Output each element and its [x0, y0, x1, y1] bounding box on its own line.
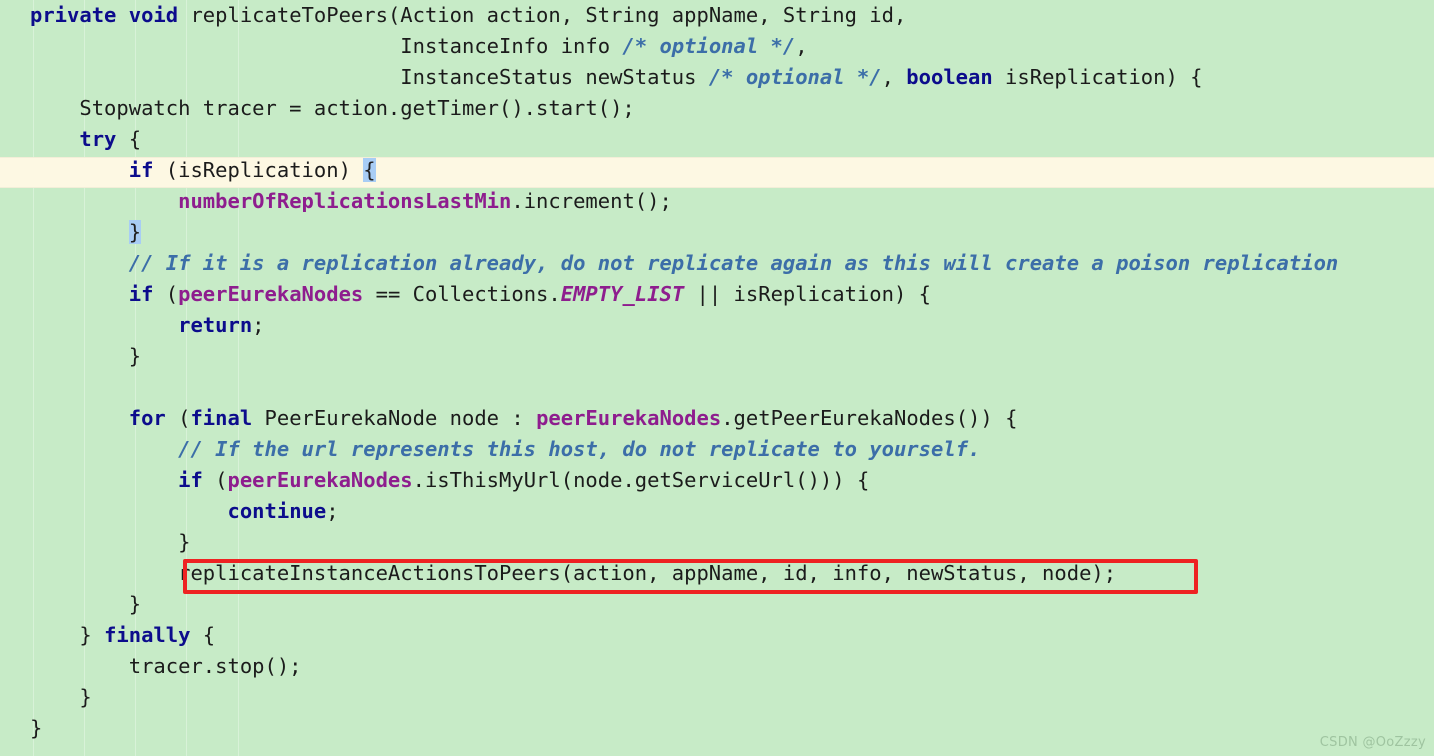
code-line[interactable]: } — [0, 217, 1434, 248]
code-line[interactable]: // If it is a replication already, do no… — [0, 248, 1434, 279]
code-token-kw: final — [190, 406, 253, 430]
code-token-kw: if — [128, 158, 154, 182]
code-token-plain: replicateInstanceActionsToPeers(action, … — [30, 561, 1117, 585]
code-line[interactable]: if (isReplication) { — [0, 155, 1434, 186]
code-line[interactable]: if (peerEurekaNodes == Collections.EMPTY… — [0, 279, 1434, 310]
code-line[interactable]: if (peerEurekaNodes.isThisMyUrl(node.get… — [0, 465, 1434, 496]
code-token-plain: } — [30, 344, 142, 368]
code-content[interactable]: private void replicateToPeers(Action act… — [0, 0, 1434, 744]
code-line[interactable]: } — [0, 713, 1434, 744]
code-token-plain: isReplication) { — [992, 65, 1203, 89]
code-token-plain: } — [30, 530, 191, 554]
code-token-field: numberOfReplicationsLastMin — [178, 189, 512, 213]
code-token-plain: ; — [326, 499, 339, 523]
code-token-kw: for — [128, 406, 166, 430]
code-token-plain: } — [30, 623, 105, 647]
code-token-plain: .getPeerEurekaNodes()) { — [721, 406, 1018, 430]
code-token-plain: , — [795, 34, 808, 58]
code-line[interactable]: numberOfReplicationsLastMin.increment(); — [0, 186, 1434, 217]
code-line[interactable] — [0, 372, 1434, 403]
code-token-comment: /* optional */ — [708, 65, 882, 89]
code-line[interactable]: tracer.stop(); — [0, 651, 1434, 682]
code-token-field: peerEurekaNodes — [227, 468, 413, 492]
code-line[interactable]: return; — [0, 310, 1434, 341]
code-token-kw: void — [128, 3, 179, 27]
code-line[interactable]: } — [0, 589, 1434, 620]
code-token-plain: , — [881, 65, 907, 89]
code-token-plain: InstanceInfo info — [30, 34, 623, 58]
code-token-plain: || isReplication) { — [684, 282, 932, 306]
code-token-kw: continue — [227, 499, 327, 523]
code-token-plain: PeerEurekaNode node : — [252, 406, 537, 430]
code-token-plain: ( — [153, 282, 179, 306]
code-line[interactable]: continue; — [0, 496, 1434, 527]
code-token-plain: } — [30, 716, 43, 740]
code-token-kw: if — [128, 282, 154, 306]
code-token-kw: return — [178, 313, 253, 337]
csdn-watermark: CSDN @OoZzzy — [1319, 735, 1426, 750]
code-token-comment: // If it is a replication already, do no… — [128, 251, 1339, 275]
code-line[interactable]: // If the url represents this host, do n… — [0, 434, 1434, 465]
code-line[interactable]: InstanceInfo info /* optional */, — [0, 31, 1434, 62]
code-token-plain: ; — [252, 313, 265, 337]
code-token-plain: } — [30, 592, 142, 616]
code-line[interactable]: InstanceStatus newStatus /* optional */,… — [0, 62, 1434, 93]
code-line[interactable]: } — [0, 341, 1434, 372]
code-token-plain: .isThisMyUrl(node.getServiceUrl())) { — [412, 468, 870, 492]
code-token-kw: finally — [104, 623, 191, 647]
code-line[interactable]: private void replicateToPeers(Action act… — [0, 0, 1434, 31]
code-token-plain: { — [190, 623, 216, 647]
code-token-plain: == Collections. — [363, 282, 561, 306]
code-line[interactable]: for (final PeerEurekaNode node : peerEur… — [0, 403, 1434, 434]
code-token-staticf: EMPTY_LIST — [560, 282, 685, 306]
code-token-kw: boolean — [906, 65, 993, 89]
code-token-plain: ( — [165, 406, 191, 430]
code-token-comment: // If the url represents this host, do n… — [178, 437, 981, 461]
code-token-kw: try — [79, 127, 117, 151]
code-token-plain: (isReplication) — [153, 158, 364, 182]
code-token-comment: /* optional */ — [622, 34, 796, 58]
code-token-brace-hl: } — [128, 220, 142, 244]
code-editor-view[interactable]: private void replicateToPeers(Action act… — [0, 0, 1434, 756]
code-token-plain: Stopwatch tracer = action.getTimer().sta… — [30, 96, 635, 120]
code-token-plain: tracer.stop(); — [30, 654, 302, 678]
code-token-plain: { — [116, 127, 142, 151]
code-token-plain: } — [30, 685, 92, 709]
code-line[interactable]: } — [0, 527, 1434, 558]
code-token-kw: if — [178, 468, 203, 492]
code-token-plain: .increment(); — [511, 189, 672, 213]
code-token-kw: private — [30, 3, 117, 27]
code-token-plain: replicateToPeers(Action action, String a… — [178, 3, 907, 27]
code-token-plain: InstanceStatus newStatus — [30, 65, 709, 89]
code-line[interactable]: } — [0, 682, 1434, 713]
code-line[interactable]: Stopwatch tracer = action.getTimer().sta… — [0, 93, 1434, 124]
code-token-field: peerEurekaNodes — [178, 282, 364, 306]
code-line[interactable]: replicateInstanceActionsToPeers(action, … — [0, 558, 1434, 589]
code-token-plain: ( — [202, 468, 228, 492]
code-line[interactable]: try { — [0, 124, 1434, 155]
code-token-brace-hl: { — [363, 158, 376, 182]
code-line[interactable]: } finally { — [0, 620, 1434, 651]
code-token-field: peerEurekaNodes — [536, 406, 722, 430]
